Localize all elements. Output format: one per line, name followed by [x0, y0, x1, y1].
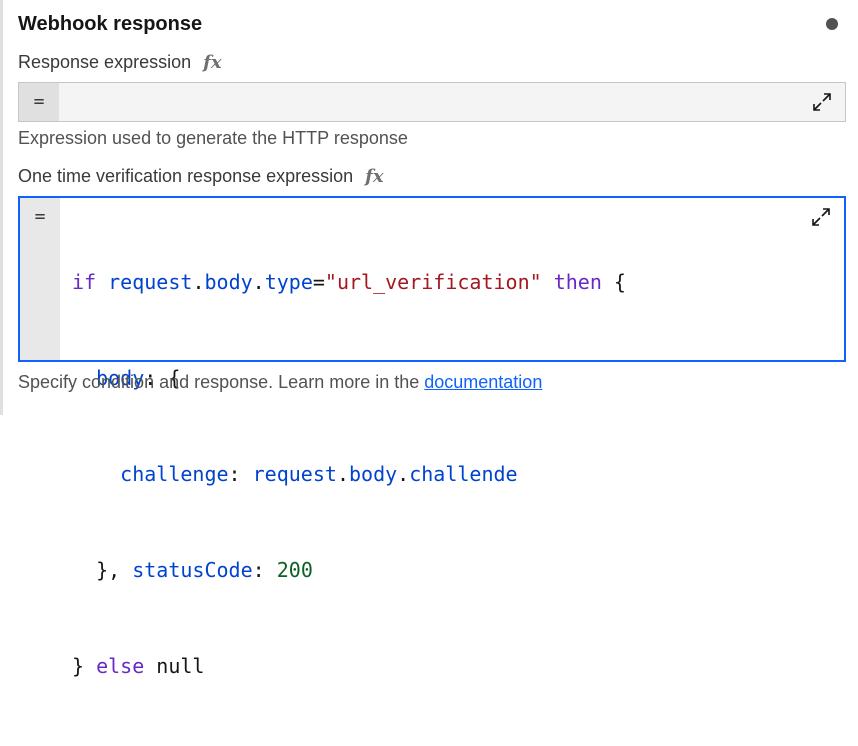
code-line-1: if request.body.type="url_verification" … — [72, 270, 626, 294]
status-dot-icon — [826, 18, 838, 30]
response-expression-label: Response expression fx — [18, 52, 222, 73]
section-header: Webhook response — [18, 10, 838, 38]
fx-icon[interactable]: fx — [365, 166, 383, 187]
section-title: Webhook response — [18, 12, 203, 35]
code-line-4: }, statusCode: 200 — [72, 558, 313, 582]
code-line-5: } else null — [72, 654, 205, 678]
expression-prefix: = — [33, 91, 45, 112]
documentation-link[interactable]: documentation — [424, 372, 542, 392]
verification-expression-helper: Specify condition and response. Learn mo… — [18, 372, 542, 393]
expression-prefix: = — [34, 206, 46, 227]
expand-icon[interactable] — [810, 206, 832, 228]
response-expression-helper: Expression used to generate the HTTP res… — [18, 128, 408, 148]
response-expression-label-text: Response expression — [18, 52, 192, 72]
code-block[interactable]: if request.body.type="url_verification" … — [72, 202, 626, 746]
response-expression-editor[interactable]: = — [18, 82, 846, 122]
helper-text: Specify condition and response. Learn mo… — [18, 372, 425, 392]
verification-expression-editor[interactable]: = if request.body.type="url_verification… — [18, 196, 846, 678]
code-line-3: challenge: request.body.challende — [120, 462, 518, 486]
verification-expression-label-text: One time verification response expressio… — [18, 166, 354, 186]
section-left-border — [0, 0, 3, 415]
expand-icon[interactable] — [811, 91, 833, 113]
verification-expression-label: One time verification response expressio… — [18, 166, 384, 187]
fx-icon[interactable]: fx — [203, 52, 221, 73]
